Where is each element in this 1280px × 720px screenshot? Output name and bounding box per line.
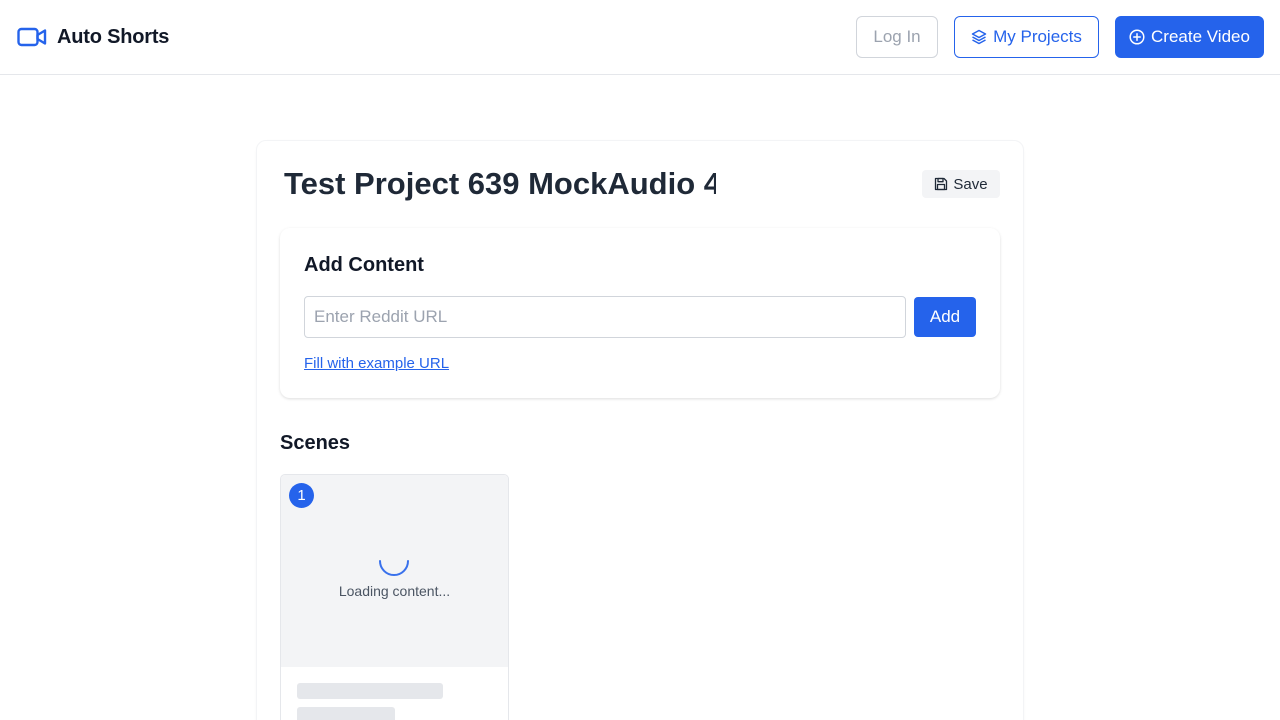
scene-card[interactable]: 1 Loading content...: [280, 474, 509, 720]
create-video-button[interactable]: Create Video: [1115, 16, 1264, 58]
my-projects-button[interactable]: My Projects: [954, 16, 1099, 58]
brand-name: Auto Shorts: [57, 25, 170, 48]
create-video-label: Create Video: [1151, 27, 1250, 46]
my-projects-label: My Projects: [993, 27, 1082, 46]
fill-example-url-link[interactable]: Fill with example URL: [304, 355, 449, 372]
skeleton-line: [297, 707, 395, 720]
brand[interactable]: Auto Shorts: [17, 24, 169, 50]
login-button[interactable]: Log In: [856, 16, 938, 58]
add-button[interactable]: Add: [914, 297, 976, 337]
layers-icon: [971, 29, 987, 45]
reddit-url-input[interactable]: [304, 296, 906, 338]
scene-number-badge: 1: [289, 483, 314, 508]
scenes-title: Scenes: [280, 432, 351, 454]
scene-preview: 1 Loading content...: [281, 475, 508, 667]
add-content-title: Add Content: [304, 254, 424, 276]
loading-spinner-icon: [378, 545, 410, 577]
skeleton-line: [297, 683, 443, 699]
save-button-label: Save: [953, 175, 988, 193]
floppy-disk-icon: [934, 177, 948, 191]
project-title[interactable]: Test Project 639 MockAudio 4: [284, 163, 716, 205]
top-nav-bar: Auto Shorts Log In My Projects Create Vi…: [0, 0, 1280, 75]
video-camera-icon: [17, 24, 47, 50]
login-button-label: Log In: [873, 27, 921, 46]
loading-text: Loading content...: [338, 583, 451, 599]
save-button[interactable]: Save: [922, 170, 1000, 198]
plus-circle-icon: [1129, 29, 1145, 45]
